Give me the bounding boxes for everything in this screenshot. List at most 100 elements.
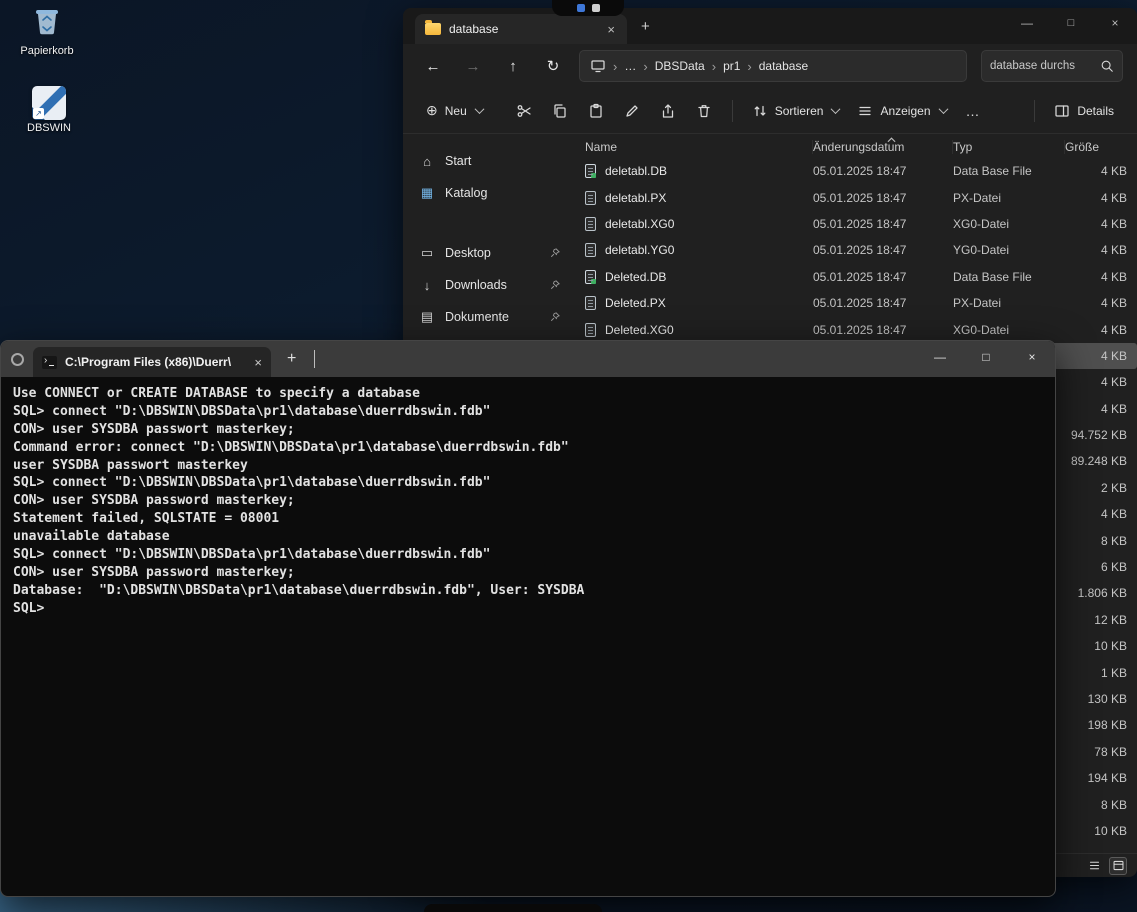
taskbar-fragment[interactable] <box>424 904 602 912</box>
cut-button[interactable] <box>506 95 542 127</box>
file-icon <box>585 296 596 310</box>
list-view-toggle[interactable] <box>1085 857 1103 875</box>
minimize-button[interactable]: — <box>1005 8 1049 38</box>
file-type: XG0-Datei <box>953 217 1065 231</box>
column-header-type[interactable]: Typ <box>953 140 1065 154</box>
file-size: 1.806 KB <box>1065 586 1137 600</box>
address-toolbar: ← → ↑ ↻ › … › DBSData › pr1 <box>403 44 1137 88</box>
file-icon <box>585 323 596 337</box>
file-size: 194 KB <box>1065 771 1137 785</box>
paste-icon <box>588 103 604 119</box>
share-button[interactable] <box>650 95 686 127</box>
chevron-right-icon: › <box>747 59 751 74</box>
column-header-date[interactable]: Änderungsdatum <box>813 140 953 154</box>
back-button[interactable]: ← <box>415 51 451 81</box>
details-view-icon <box>1112 859 1125 872</box>
window-controls: — □ × <box>917 341 1055 373</box>
terminal-line: SQL> connect "D:\DBSWIN\DBSData\pr1\data… <box>13 475 1055 493</box>
sidebar-item[interactable]: ⌂ Start <box>411 146 569 176</box>
maximize-button[interactable]: □ <box>963 341 1009 373</box>
new-tab-button[interactable]: + <box>641 18 650 35</box>
more-options-button[interactable]: … <box>956 95 990 127</box>
sidebar-item[interactable]: ↓ Downloads <box>411 270 569 300</box>
dbswin-app-icon: ↗ <box>32 86 66 120</box>
terminal-tab[interactable]: C:\Program Files (x86)\Duerr\ × <box>33 347 271 377</box>
explorer-tab-bar: database × + — □ × <box>403 8 1137 44</box>
terminal-line: CON> user SYSDBA password masterkey; <box>13 565 1055 583</box>
file-row[interactable]: Deleted.PX 05.01.2025 18:47 PX-Datei 4 K… <box>585 290 1137 316</box>
file-type: Data Base File <box>953 164 1065 178</box>
terminal-line: SQL> connect "D:\DBSWIN\DBSData\pr1\data… <box>13 404 1055 422</box>
screen-capture-pill[interactable] <box>552 0 624 16</box>
file-size: 10 KB <box>1065 824 1137 838</box>
file-size: 94.752 KB <box>1065 428 1137 442</box>
paste-button[interactable] <box>578 95 614 127</box>
breadcrumb-overflow[interactable]: … <box>624 59 636 73</box>
file-size: 10 KB <box>1065 639 1137 653</box>
file-row[interactable]: deletabl.PX 05.01.2025 18:47 PX-Datei 4 … <box>585 184 1137 210</box>
terminal-output[interactable]: Use CONNECT or CREATE DATABASE to specif… <box>1 377 1055 896</box>
file-date: 05.01.2025 18:47 <box>813 323 953 337</box>
sidebar-item-label: Desktop <box>445 246 491 260</box>
search-box[interactable]: database durchs <box>981 50 1123 82</box>
file-row[interactable]: Deleted.XG0 05.01.2025 18:47 XG0-Datei 4… <box>585 316 1137 342</box>
file-row[interactable]: deletabl.DB 05.01.2025 18:47 Data Base F… <box>585 158 1137 184</box>
sort-button[interactable]: Sortieren <box>743 95 849 127</box>
file-size: 2 KB <box>1065 481 1137 495</box>
up-button[interactable]: ↑ <box>495 51 531 81</box>
file-type: YG0-Datei <box>953 243 1065 257</box>
chevron-right-icon: › <box>613 59 617 74</box>
breadcrumb-segment[interactable]: DBSData <box>655 59 705 73</box>
sidebar-item[interactable]: ▭ Desktop <box>411 238 569 268</box>
forward-button[interactable]: → <box>455 51 491 81</box>
file-name: Deleted.DB <box>605 270 666 284</box>
file-row[interactable]: Deleted.DB 05.01.2025 18:47 Data Base Fi… <box>585 264 1137 290</box>
rename-button[interactable] <box>614 95 650 127</box>
sidebar-item[interactable]: ▦ Katalog <box>411 178 569 208</box>
sidebar-item-label: Downloads <box>445 278 507 292</box>
address-bar[interactable]: › … › DBSData › pr1 › database <box>579 50 967 82</box>
computer-icon <box>590 58 606 74</box>
column-header-name[interactable]: Name <box>585 140 813 154</box>
tab-dropdown-button[interactable] <box>312 350 315 368</box>
file-icon <box>585 243 596 257</box>
file-row[interactable]: deletabl.XG0 05.01.2025 18:47 XG0-Datei … <box>585 211 1137 237</box>
file-size: 4 KB <box>1065 375 1137 389</box>
explorer-tab[interactable]: database × <box>415 14 627 44</box>
breadcrumb-segment[interactable]: database <box>759 59 808 73</box>
copy-button[interactable] <box>542 95 578 127</box>
delete-button[interactable] <box>686 95 722 127</box>
new-tab-button[interactable]: + <box>287 350 296 368</box>
search-input[interactable]: database durchs <box>990 60 1094 72</box>
new-button[interactable]: ⊕ Neu <box>417 95 492 127</box>
tab-close-icon[interactable]: × <box>605 22 617 37</box>
breadcrumb-segment[interactable]: pr1 <box>723 59 740 73</box>
details-pane-button[interactable]: Details <box>1045 95 1123 127</box>
file-size: 4 KB <box>1065 191 1137 205</box>
maximize-button[interactable]: □ <box>1049 8 1093 38</box>
sidebar-item[interactable]: ▤ Dokumente <box>411 302 569 332</box>
tab-close-icon[interactable]: × <box>254 355 262 370</box>
file-size: 4 KB <box>1065 402 1137 416</box>
terminal-line: SQL> <box>13 601 1055 619</box>
details-button-label: Details <box>1077 104 1114 118</box>
file-size: 4 KB <box>1065 323 1137 337</box>
refresh-button[interactable]: ↻ <box>535 51 571 81</box>
toolbar-divider <box>732 100 733 122</box>
window-controls: — □ × <box>1005 8 1137 38</box>
close-button[interactable]: × <box>1093 8 1137 38</box>
terminal-title-bar: C:\Program Files (x86)\Duerr\ × + — □ × <box>1 341 1055 377</box>
details-view-toggle[interactable] <box>1109 857 1127 875</box>
chevron-down-icon <box>831 104 841 114</box>
terminal-line: Statement failed, SQLSTATE = 08001 <box>13 511 1055 529</box>
file-size: 1 KB <box>1065 666 1137 680</box>
desktop-icon-dbswin[interactable]: ↗ DBSWIN <box>14 86 84 134</box>
column-header-size[interactable]: Größe <box>1065 140 1137 154</box>
file-size: 4 KB <box>1065 349 1137 363</box>
shortcut-arrow-icon: ↗ <box>33 108 44 119</box>
minimize-button[interactable]: — <box>917 341 963 373</box>
view-button[interactable]: Anzeigen <box>848 95 955 127</box>
desktop-icon-recycle-bin[interactable]: Papierkorb <box>12 2 82 57</box>
close-button[interactable]: × <box>1009 341 1055 373</box>
file-row[interactable]: deletabl.YG0 05.01.2025 18:47 YG0-Datei … <box>585 237 1137 263</box>
